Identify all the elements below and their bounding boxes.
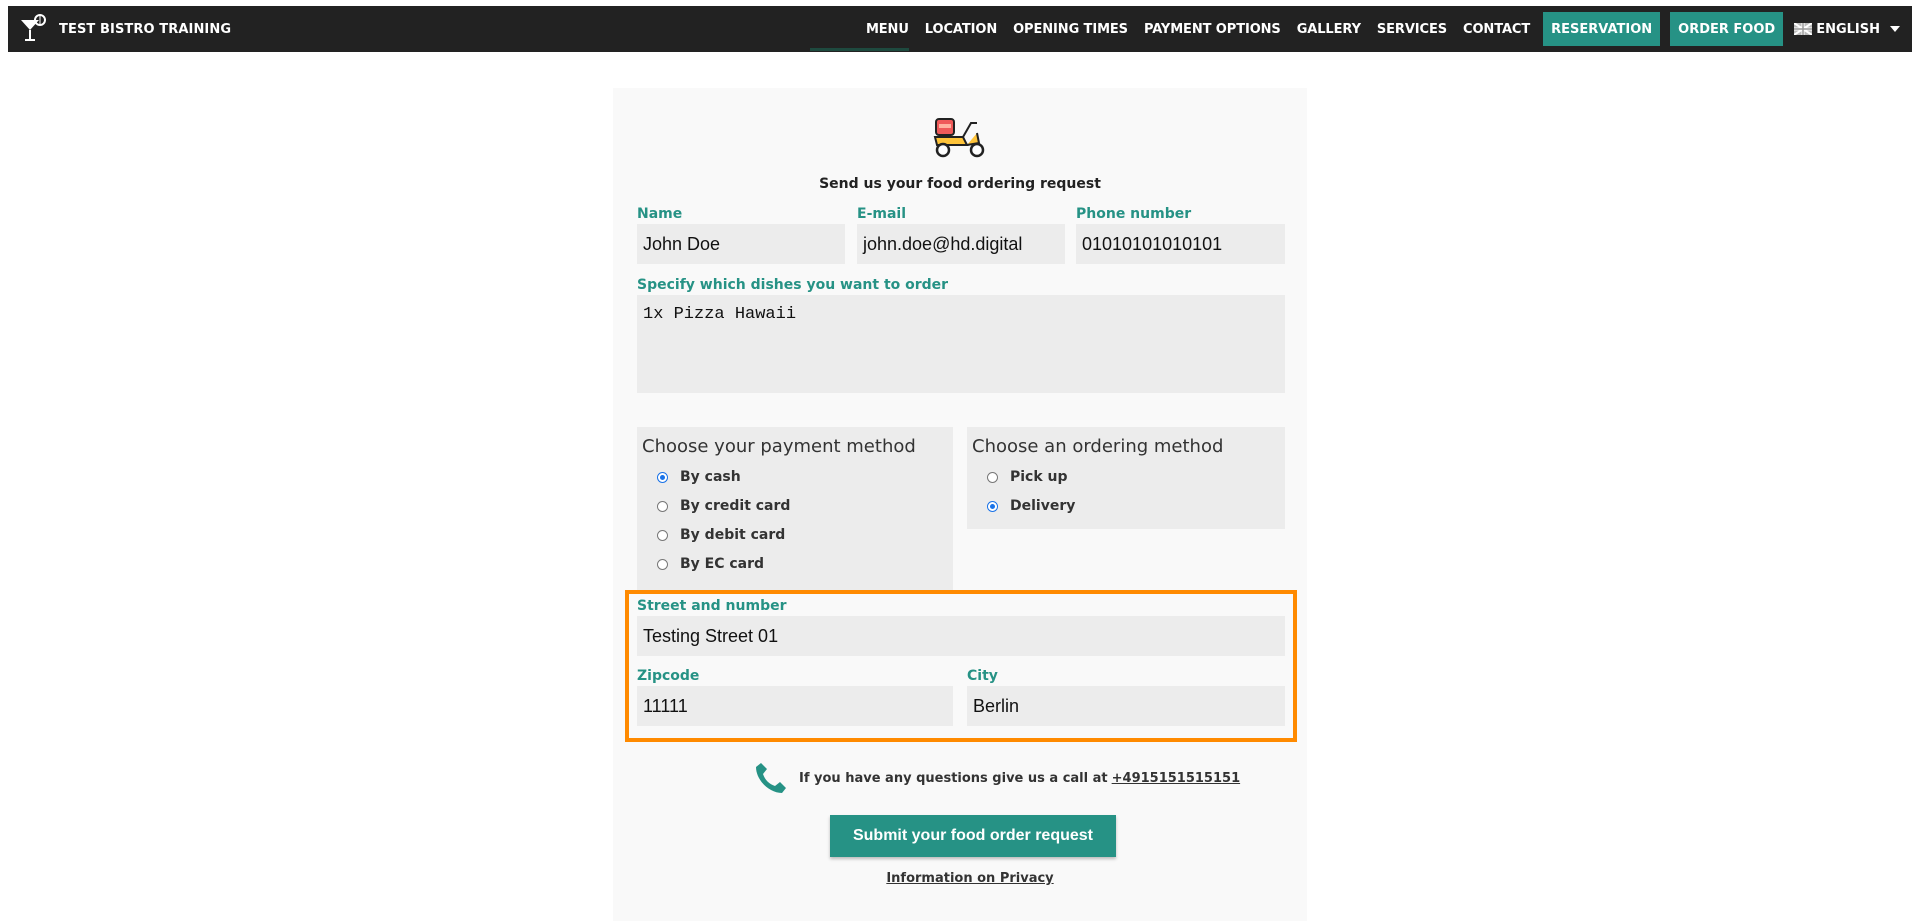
- name-label: Name: [637, 206, 683, 222]
- nav-item-services[interactable]: SERVICES: [1369, 6, 1455, 52]
- contact-phone-row: If you have any questions give us a call…: [753, 760, 1240, 796]
- radio-button[interactable]: [987, 500, 998, 512]
- language-selector[interactable]: ENGLISH: [1788, 22, 1912, 37]
- delivery-scooter-icon: [933, 118, 985, 158]
- payment-option-label: By credit card: [680, 498, 791, 514]
- zipcode-label: Zipcode: [637, 668, 700, 684]
- phone-icon: [756, 763, 786, 793]
- nav-item-opening-times[interactable]: OPENING TIMES: [1005, 6, 1136, 52]
- payment-option-debit-card[interactable]: By debit card: [657, 527, 785, 543]
- reservation-button[interactable]: RESERVATION: [1543, 12, 1661, 46]
- ordering-option-label: Pick up: [1010, 469, 1068, 485]
- city-field[interactable]: Berlin: [967, 686, 1285, 726]
- order-form-card: Send us your food ordering request Name …: [613, 88, 1307, 921]
- email-label: E-mail: [857, 206, 907, 222]
- radio-button[interactable]: [987, 471, 998, 483]
- nav-item-payment-options[interactable]: PAYMENT OPTIONS: [1136, 6, 1289, 52]
- ordering-option-label: Delivery: [1010, 498, 1076, 514]
- phone-field[interactable]: 01010101010101: [1076, 224, 1285, 264]
- order-food-button[interactable]: ORDER FOOD: [1670, 12, 1784, 46]
- email-field[interactable]: john.doe@hd.digital: [857, 224, 1065, 264]
- zipcode-field[interactable]: 11111: [637, 686, 953, 726]
- ordering-option-delivery[interactable]: Delivery: [987, 498, 1075, 514]
- dishes-textarea[interactable]: 1x Pizza Hawaii: [637, 295, 1285, 393]
- nav-item-menu[interactable]: MENU: [810, 6, 917, 52]
- radio-button[interactable]: [657, 471, 668, 483]
- ordering-method-group: Choose an ordering method Pick up Delive…: [967, 427, 1285, 529]
- name-field[interactable]: John Doe: [637, 224, 845, 264]
- radio-button[interactable]: [657, 529, 668, 541]
- nav-item-gallery[interactable]: GALLERY: [1289, 6, 1369, 52]
- phone-number-link[interactable]: +4915151515151: [1112, 771, 1240, 786]
- submit-order-button[interactable]: Submit your food order request: [830, 815, 1116, 857]
- payment-method-title: Choose your payment method: [642, 436, 916, 457]
- ordering-method-title: Choose an ordering method: [972, 436, 1224, 457]
- nav-item-location[interactable]: LOCATION: [917, 6, 1005, 52]
- nav-item-contact[interactable]: CONTACT: [1455, 6, 1538, 52]
- nav-menu: MENU LOCATION OPENING TIMES PAYMENT OPTI…: [810, 6, 1912, 52]
- privacy-link[interactable]: Information on Privacy: [613, 871, 1327, 886]
- form-intro: Send us your food ordering request: [819, 176, 1101, 192]
- cocktail-glass-icon: [21, 14, 46, 41]
- payment-option-ec-card[interactable]: By EC card: [657, 556, 764, 572]
- phone-label: Phone number: [1076, 206, 1192, 222]
- payment-option-credit-card[interactable]: By credit card: [657, 498, 790, 514]
- brand[interactable]: TEST BISTRO TRAINING: [18, 14, 231, 44]
- payment-method-group: Choose your payment method By cash By cr…: [637, 427, 953, 592]
- radio-button[interactable]: [657, 558, 668, 570]
- chevron-down-icon: [1890, 26, 1900, 32]
- brand-name: TEST BISTRO TRAINING: [59, 21, 232, 37]
- street-label: Street and number: [637, 598, 787, 614]
- city-label: City: [967, 668, 998, 684]
- dishes-label: Specify which dishes you want to order: [637, 277, 949, 293]
- language-label: ENGLISH: [1816, 21, 1880, 37]
- radio-button[interactable]: [657, 500, 668, 512]
- question-text: If you have any questions give us a call…: [799, 770, 1108, 786]
- payment-option-cash[interactable]: By cash: [657, 469, 741, 485]
- payment-option-label: By cash: [680, 469, 741, 485]
- payment-option-label: By EC card: [680, 556, 765, 572]
- street-field[interactable]: Testing Street 01: [637, 616, 1285, 656]
- payment-option-label: By debit card: [680, 527, 786, 543]
- uk-flag-icon: [1794, 23, 1813, 35]
- ordering-option-pickup[interactable]: Pick up: [987, 469, 1068, 485]
- top-navbar: TEST BISTRO TRAINING MENU LOCATION OPENI…: [8, 6, 1912, 52]
